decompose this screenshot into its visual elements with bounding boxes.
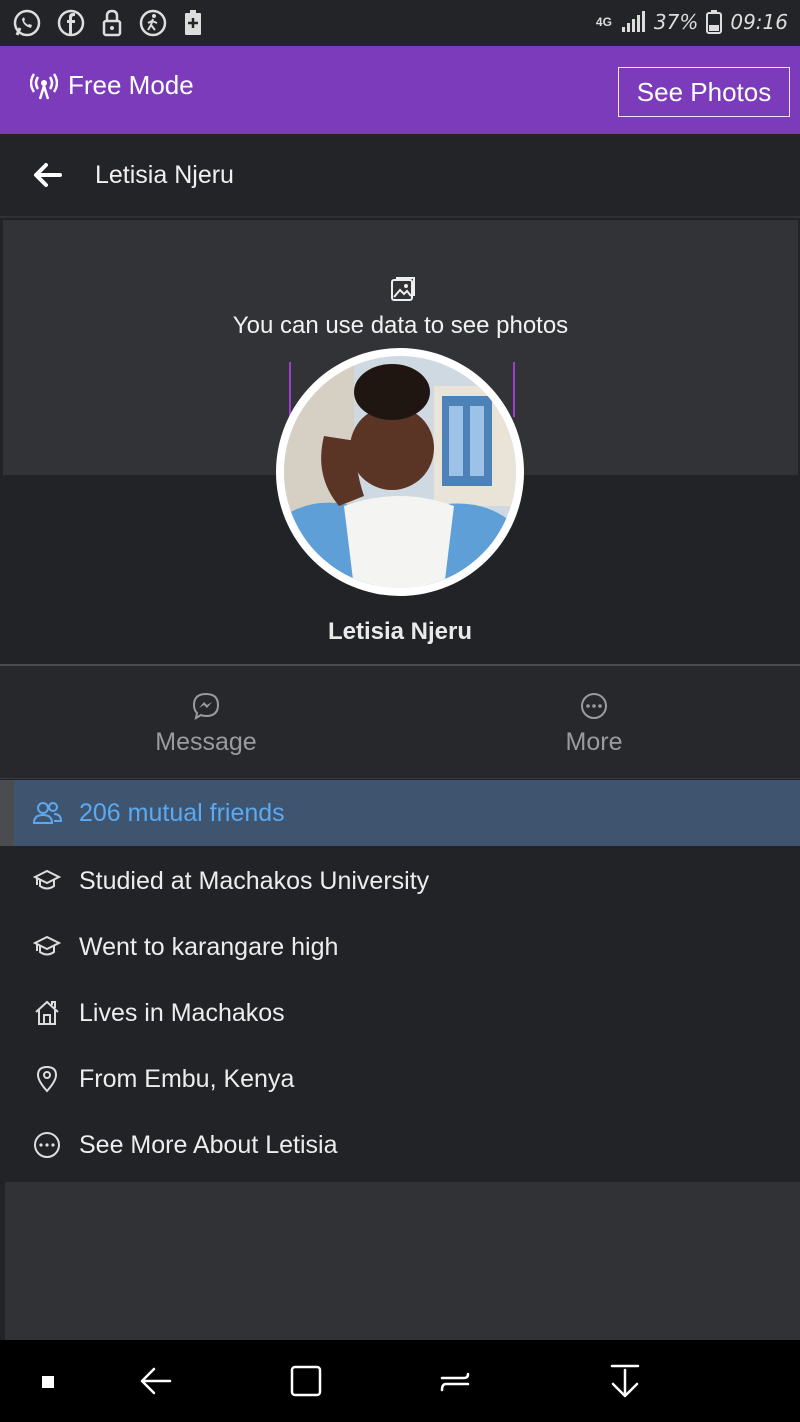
education-high-school-row[interactable]: Went to karangare high [0,914,800,980]
went-to-text: Went to karangare high [79,932,339,961]
more-button[interactable]: More [494,692,694,757]
studied-text: Studied at Machakos University [79,866,430,895]
home-button-icon[interactable] [289,1364,323,1398]
see-photos-button[interactable]: See Photos [618,67,790,117]
message-label: Message [155,728,257,756]
broadcast-icon [30,72,58,99]
profile-actions: Message More [0,666,800,779]
whatsapp-icon [13,9,41,37]
battery-icon [706,10,723,34]
from-text: From Embu, Kenya [79,1064,295,1093]
back-arrow-icon[interactable] [32,162,62,188]
graduation-cap-icon [33,869,61,890]
from-row[interactable]: From Embu, Kenya [0,1046,800,1112]
mutual-friends-text: 206 mutual friends [79,798,285,827]
status-bar: 4G 37% 09:16 [0,0,800,46]
photo-icon [391,277,415,301]
more-icon [581,693,607,719]
education-university-row[interactable]: Studied at Machakos University [0,848,800,914]
cover-message: You can use data to see photos [232,312,569,339]
free-mode-label: Free Mode [68,70,194,100]
content-card-placeholder [5,1182,800,1340]
battery-saver-icon [185,10,201,35]
header-title: Letisia Njeru [95,161,234,189]
see-more-about-row[interactable]: See More About Letisia [0,1112,800,1178]
profile-header: Letisia Njeru [0,134,800,218]
lives-in-text: Lives in Machakos [79,998,285,1027]
friends-icon [32,802,62,824]
home-icon [35,1000,59,1025]
mutual-friends-row[interactable]: 206 mutual friends [0,780,800,846]
free-mode-bar: Free Mode See Photos [0,46,800,134]
walking-icon [139,9,167,37]
square-dot-icon[interactable] [42,1376,54,1388]
battery-percent: 37% [653,10,699,34]
see-more-text: See More About Letisia [79,1130,338,1159]
lives-in-row[interactable]: Lives in Machakos [0,980,800,1046]
signal-icon [621,11,645,32]
profile-picture[interactable] [276,348,524,596]
profile-name: Letisia Njeru [327,618,473,645]
back-icon[interactable] [138,1364,172,1398]
system-nav-bar [0,1340,800,1422]
location-pin-icon [36,1065,58,1093]
network-indicator: 4G [595,15,612,29]
hide-keyboard-icon[interactable] [608,1364,642,1398]
profile-photo-illustration [284,356,516,588]
message-button[interactable]: Message [106,692,306,757]
lock-icon [102,9,122,37]
more-icon [34,1132,60,1158]
facebook-icon [57,9,85,37]
graduation-cap-icon [33,935,61,956]
clock: 09:16 [730,10,788,34]
messenger-icon [192,692,220,720]
recent-apps-icon[interactable] [438,1364,472,1398]
more-label: More [565,728,623,756]
